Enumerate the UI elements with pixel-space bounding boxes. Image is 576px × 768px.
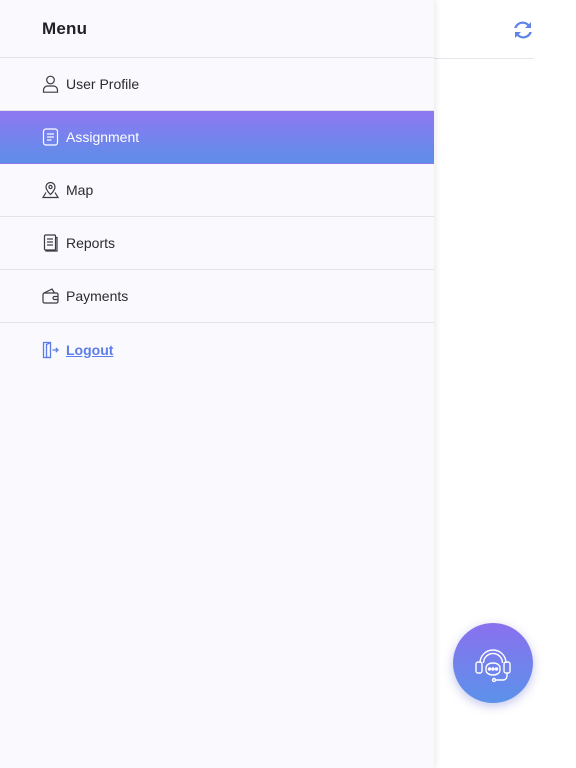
report-icon [41,234,59,252]
drawer-title: Menu [42,18,88,38]
navigation-drawer: Menu User Profile Assignment Map Reports… [0,0,434,768]
app-root: Menu User Profile Assignment Map Reports… [0,0,576,768]
menu-item-label: Map [66,182,94,198]
logout-label: Logout [66,341,114,358]
menu-item-label: User Profile [66,76,140,92]
user-icon [41,75,59,93]
document-icon [41,128,59,146]
logout-button[interactable]: Logout [0,323,434,376]
menu-item-assignment[interactable]: Assignment [0,111,434,164]
drawer-header: Menu [0,0,434,58]
logout-icon [41,341,59,359]
support-headset-icon [475,649,511,683]
menu-item-label: Reports [66,235,116,251]
refresh-icon [514,21,532,39]
menu-item-map[interactable]: Map [0,164,434,217]
support-chat-button[interactable] [453,623,533,703]
menu-item-user-profile[interactable]: User Profile [0,58,434,111]
refresh-button[interactable] [509,16,537,44]
header-divider [434,58,534,59]
map-pin-icon [41,181,59,199]
wallet-icon [41,287,59,305]
menu-item-label: Payments [66,288,129,304]
menu-item-label: Assignment [66,129,140,145]
menu-item-payments[interactable]: Payments [0,270,434,323]
menu-item-reports[interactable]: Reports [0,217,434,270]
